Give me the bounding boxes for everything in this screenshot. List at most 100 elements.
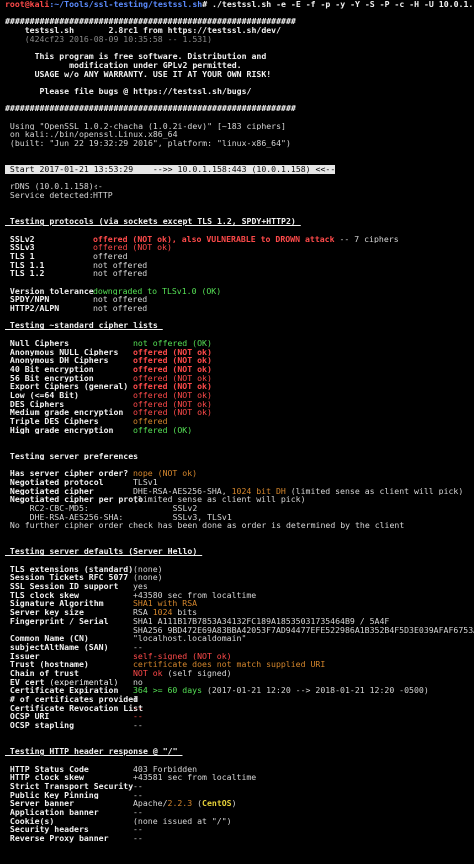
result-row: Issuer self-signed (NOT ok) [5,652,474,661]
result-label: SSLv2 [5,234,35,244]
result-row: Has server cipher order? nope (NOT ok) [5,469,474,478]
result-value: +43581 sec from localtime [133,773,257,782]
result-row: TLS clock skew +43580 sec from localtime [5,591,474,600]
result-row: Negotiated protocol TLSv1 [5,478,474,487]
result-row: Trust (hostname) certificate does not mat… [5,660,474,669]
result-label: HTTP Status Code [5,764,89,774]
result-row: TLS 1.2 not offered [5,269,474,278]
result-label: OCSP URI [5,712,50,722]
defaults-list: TLS extensions (standard)(none) Session … [5,565,474,730]
result-value-extra: (limited sense as client will pick) [285,486,464,496]
result-value: not offered [93,260,148,270]
result-value: -- [133,825,143,834]
result-value-extra: bits [172,608,198,617]
result-label: Issuer [5,651,40,661]
result-row: Triple DES Ciphers offered [5,417,474,426]
result-value: offered (NOT ok) [133,399,212,409]
result-row: Export Ciphers (general) offered (NOT ok) [5,382,474,391]
result-label: HTTP clock skew [5,773,84,782]
result-label: Cookie(s) [5,816,55,826]
result-value: (none issued at "/") [133,816,232,826]
result-label: Reverse Proxy banner [5,834,109,843]
result-value: offered (NOT ok), also VULNERABLE to DRO… [93,234,335,244]
result-label: Trust (hostname) [5,660,89,669]
result-label: TLS clock skew [5,590,79,600]
result-label: Fingerprint / Serial [5,616,109,626]
result-label: Negotiated protocol [5,477,104,487]
result-value: not offered [93,304,148,313]
result-value: SHA1 A111B17B7853A34132FC189A18535031735… [133,616,390,626]
result-label: DES Ciphers [5,399,65,409]
result-row: Session Tickets RFC 5077 (none) [5,573,474,582]
result-value-highlight: 2.2.3 [167,799,193,808]
result-value: -- [133,712,143,722]
ciphers-heading: Testing ~standard cipher lists [5,321,163,331]
result-value-highlight: 1024 [152,608,173,617]
result-value-extra: (2017-01-21 12:20 --> 2018-01-21 12:20 -… [202,686,429,695]
result-row: Common Name (CN) "localhost.localdomain" [5,634,474,643]
result-value: RSA [133,608,153,617]
result-label: Server banner [5,799,75,808]
result-row: # of certificates provided1 [5,695,474,704]
result-value: certificate does not match supplied URI [133,660,326,669]
result-value: -- [133,807,143,817]
result-label: EV cert (experimental) [5,677,119,687]
result-row: OCSP URI -- [5,712,474,721]
result-row: HTTP clock skew +43581 sec from localtime [5,773,474,782]
result-value: SHA256 9BD472E69A83BBA42053F7AD94477EFE5… [133,625,474,635]
openssl-line2: on kali:./bin/openssl.Linux.x86_64 [5,130,178,139]
service-label: Service detected: [5,191,94,200]
rdns-value: -- [93,182,103,192]
http-list: HTTP Status Code 403 Forbidden HTTP clock… [5,765,474,843]
result-value-os: CentOS [202,799,232,808]
banner-hashes-bottom: ########################################… [5,104,296,113]
result-row: Server banner Apache/2.2.3 (CentOS) [5,799,474,808]
result-value: nope (NOT ok) [133,469,198,478]
banner-line1: testssl.sh 2.8rc1 from https://testssl.s… [5,26,282,35]
result-label: Low (<=64 Bit) [5,390,79,400]
result-row: SSLv3 offered (NOT ok) [5,243,474,252]
result-label: 56 Bit encryption [5,373,94,383]
protocols-list: SSLv2 offered (NOT ok), also VULNERABLE t… [5,235,474,278]
result-row: 40 Bit encryption offered (NOT ok) [5,365,474,374]
result-value: (none) [133,573,163,583]
result-value: offered (NOT ok) [93,243,172,252]
http-heading: Testing HTTP header response @ "/" [5,747,183,756]
result-label: Negotiated cipher [5,486,94,496]
result-value: self-signed (NOT ok) [133,651,232,661]
protocols-heading: Testing protocols (via sockets except TL… [5,217,301,226]
result-value: (limited sense as client will pick) [133,495,306,504]
result-value: offered [93,251,128,261]
command-line: root@kali:~/Tools/ssl-testing/testssl.sh… [5,0,474,9]
result-label: Common Name (CN) [5,634,89,643]
result-row: Medium grade encryption offered (NOT ok) [5,408,474,417]
result-label: Anonymous DH Ciphers [5,356,109,365]
result-row: TLS extensions (standard)(none) [5,565,474,574]
banner-line5: USAGE w/o ANY WARRANTY. USE IT AT YOUR O… [5,69,272,79]
banner-hashes-top: ########################################… [5,17,296,27]
result-label: subjectAltName (SAN) [5,642,109,652]
ciphers-list: Null Ciphers not offered (OK) Anonymous N… [5,339,474,435]
start-banner: Start 2017-01-21 13:53:29 -->> 10.0.1.15… [5,165,336,174]
result-extra: -- 7 ciphers [334,234,399,244]
result-row: Version tolerancedowngraded to TLSv1.0 (… [5,287,474,296]
result-label: Session Tickets RFC 5077 [5,573,129,583]
prompt-path: :~/Tools/ssl-testing/testssl.sh [49,0,203,9]
result-value: (none) [133,564,163,574]
result-value: SHA1 with RSA [133,599,198,609]
result-value: "localhost.localdomain" [133,634,247,643]
prefs-heading: Testing server preferences [5,451,144,461]
result-value: Apache/ [133,799,168,808]
result-label: Application banner [5,807,99,817]
defaults-heading: Testing server defaults (Server Hello) [5,547,203,556]
banner-line6: Please file bugs @ https://testssl.sh/bu… [5,86,252,96]
result-value: offered [133,417,168,426]
rdns-label: rDNS (10.0.1.158): [5,182,99,192]
result-label: SPDY/NPN [5,295,50,305]
result-label: # of certificates provided [5,695,139,704]
result-value: +43580 sec from localtime [133,590,257,600]
result-value: offered (NOT ok) [133,347,212,357]
result-label: Server key size [5,608,84,617]
terminal-window[interactable]: root@kali:~/Tools/ssl-testing/testssl.sh… [0,0,474,864]
result-row: Anonymous DH Ciphers offered (NOT ok) [5,356,474,365]
